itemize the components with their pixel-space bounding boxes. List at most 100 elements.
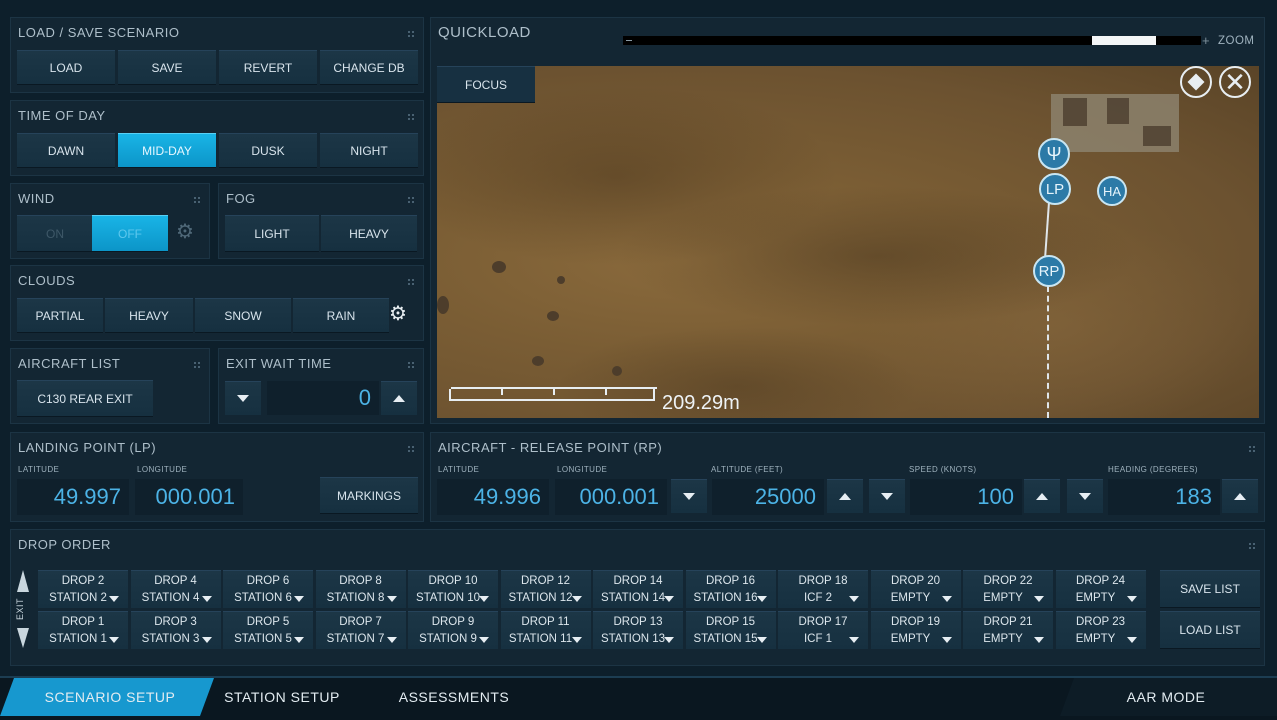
rp-altitude-field[interactable]: 25000 — [712, 479, 824, 515]
clouds-snow-button[interactable]: SNOW — [195, 298, 291, 332]
grip-icon — [407, 361, 415, 369]
rp-marker[interactable]: RP — [1033, 255, 1065, 287]
rp-speed-field[interactable]: 100 — [910, 479, 1022, 515]
drop-label: DROP 16 — [705, 575, 755, 587]
bottom-drop-button[interactable]: DROP 23 EMPTY — [1055, 611, 1146, 649]
tab-assessments[interactable]: ASSESSMENTS — [384, 678, 524, 716]
dz-marker-icon[interactable]: Ψ — [1038, 138, 1070, 170]
chevron-down-icon — [386, 637, 397, 643]
compass-icon[interactable] — [1180, 66, 1212, 98]
chevron-down-icon — [201, 596, 212, 602]
bottom-drop-button[interactable]: DROP 7 STATION 7 — [315, 611, 406, 649]
lp-marker[interactable]: LP — [1039, 173, 1071, 205]
dawn-button[interactable]: DAWN — [17, 133, 115, 167]
fog-light-button[interactable]: LIGHT — [225, 215, 319, 251]
bottom-drop-button[interactable]: DROP 21 EMPTY — [963, 611, 1053, 649]
lp-longitude-field[interactable]: 000.001 — [135, 479, 243, 515]
rock — [532, 356, 544, 366]
markings-button[interactable]: MARKINGS — [320, 477, 418, 513]
bottom-drop-button[interactable]: DROP 9 STATION 9 — [408, 611, 498, 649]
lp-longitude-label: LONGITUDE — [137, 465, 188, 474]
rp-longitude-field[interactable]: 000.001 — [555, 479, 667, 515]
load-list-button[interactable]: LOAD LIST — [1160, 611, 1260, 648]
exit-wait-value[interactable]: 0 — [267, 381, 379, 415]
tab-aar-mode-label: AAR MODE — [1126, 689, 1206, 705]
rp-heading-label: HEADING (DEGREES) — [1108, 465, 1198, 474]
zoom-track[interactable] — [623, 36, 1201, 45]
tab-station-setup[interactable]: STATION SETUP — [210, 678, 354, 716]
top-drop-button[interactable]: DROP 6 STATION 6 — [223, 570, 313, 608]
bottom-drop-button[interactable]: DROP 5 STATION 5 — [223, 611, 313, 649]
exit-wait-decrease-button[interactable] — [225, 381, 261, 415]
top-drop-button[interactable]: DROP 10 STATION 10 — [408, 570, 498, 608]
drop-label: DROP 8 — [339, 575, 382, 587]
altitude-increase-button[interactable] — [827, 479, 863, 513]
rock — [437, 296, 449, 314]
scale-bar — [449, 387, 657, 401]
rock — [547, 311, 559, 321]
load-button[interactable]: LOAD — [17, 50, 115, 84]
bottom-drop-button[interactable]: DROP 13 STATION 13 — [593, 611, 683, 649]
wind-on-button[interactable]: ON — [17, 215, 93, 251]
grip-icon — [407, 278, 415, 286]
bottom-drop-button[interactable]: DROP 11 STATION 11 — [500, 611, 591, 649]
load-save-title: LOAD / SAVE SCENARIO — [18, 25, 180, 40]
speed-decrease-button[interactable] — [869, 479, 905, 513]
quickload-panel: QUICKLOAD + ZOOM Ψ LP HA RP 209.29m ✕ FO… — [430, 17, 1265, 424]
wind-settings-gear-icon[interactable]: ⚙ — [176, 222, 194, 242]
top-drop-button[interactable]: DROP 14 STATION 14 — [593, 570, 683, 608]
top-drop-button[interactable]: DROP 4 STATION 4 — [130, 570, 221, 608]
focus-button[interactable]: FOCUS — [437, 66, 535, 102]
station-label: EMPTY — [983, 592, 1023, 604]
grip-icon — [407, 30, 415, 38]
change-db-button[interactable]: CHANGE DB — [320, 50, 418, 84]
night-button[interactable]: NIGHT — [320, 133, 418, 167]
save-button[interactable]: SAVE — [118, 50, 216, 84]
dusk-button[interactable]: DUSK — [219, 133, 317, 167]
fog-panel: FOG LIGHT HEAVY — [218, 183, 424, 259]
bottom-drop-button[interactable]: DROP 3 STATION 3 — [130, 611, 221, 649]
drop-label: DROP 18 — [798, 575, 848, 587]
heading-decrease-button[interactable] — [1067, 479, 1103, 513]
bottom-drop-button[interactable]: DROP 1 STATION 1 — [38, 611, 128, 649]
heading-increase-button[interactable] — [1222, 479, 1258, 513]
release-point-title: AIRCRAFT - RELEASE POINT (RP) — [438, 440, 663, 455]
top-drop-button[interactable]: DROP 18 ICF 2 — [778, 570, 868, 608]
exit-wait-increase-button[interactable] — [381, 381, 417, 415]
reset-view-icon[interactable]: ✕ — [1219, 66, 1251, 98]
station-label: ICF 1 — [803, 633, 833, 645]
top-drop-button[interactable]: DROP 2 STATION 2 — [38, 570, 128, 608]
rp-heading-field[interactable]: 183 — [1108, 479, 1220, 515]
mid-day-button[interactable]: MID-DAY — [118, 133, 216, 167]
top-drop-button[interactable]: DROP 20 EMPTY — [870, 570, 961, 608]
revert-button[interactable]: REVERT — [219, 50, 317, 84]
zoom-handle[interactable] — [1091, 36, 1156, 45]
station-label: EMPTY — [890, 633, 931, 645]
map-view[interactable]: Ψ LP HA RP 209.29m ✕ — [437, 66, 1259, 418]
clouds-settings-gear-icon[interactable]: ⚙ — [389, 304, 407, 324]
speed-increase-button[interactable] — [1024, 479, 1060, 513]
zoom-plus-icon[interactable]: + — [1202, 33, 1210, 48]
aircraft-select-button[interactable]: C130 REAR EXIT — [17, 380, 153, 416]
wind-off-button[interactable]: OFF — [92, 215, 168, 251]
top-drop-button[interactable]: DROP 12 STATION 12 — [500, 570, 591, 608]
drop-label: DROP 13 — [613, 616, 663, 628]
top-drop-button[interactable]: DROP 22 EMPTY — [963, 570, 1053, 608]
exit-wait-panel: EXIT WAIT TIME 0 — [218, 348, 424, 424]
top-drop-button[interactable]: DROP 24 EMPTY — [1055, 570, 1146, 608]
save-list-button[interactable]: SAVE LIST — [1160, 570, 1260, 607]
lp-latitude-field[interactable]: 49.997 — [17, 479, 129, 515]
bottom-drop-button[interactable]: DROP 17 ICF 1 — [778, 611, 868, 649]
rp-latitude-field[interactable]: 49.996 — [437, 479, 549, 515]
fog-heavy-button[interactable]: HEAVY — [321, 215, 417, 251]
bottom-drop-button[interactable]: DROP 15 STATION 15 — [685, 611, 776, 649]
top-drop-button[interactable]: DROP 16 STATION 16 — [685, 570, 776, 608]
ha-marker[interactable]: HA — [1097, 176, 1127, 206]
drop-label: DROP 15 — [705, 616, 755, 628]
clouds-partial-button[interactable]: PARTIAL — [17, 298, 103, 332]
altitude-decrease-button[interactable] — [671, 479, 707, 513]
clouds-rain-button[interactable]: RAIN — [293, 298, 389, 332]
clouds-heavy-button[interactable]: HEAVY — [105, 298, 193, 332]
bottom-drop-button[interactable]: DROP 19 EMPTY — [870, 611, 961, 649]
top-drop-button[interactable]: DROP 8 STATION 8 — [315, 570, 406, 608]
